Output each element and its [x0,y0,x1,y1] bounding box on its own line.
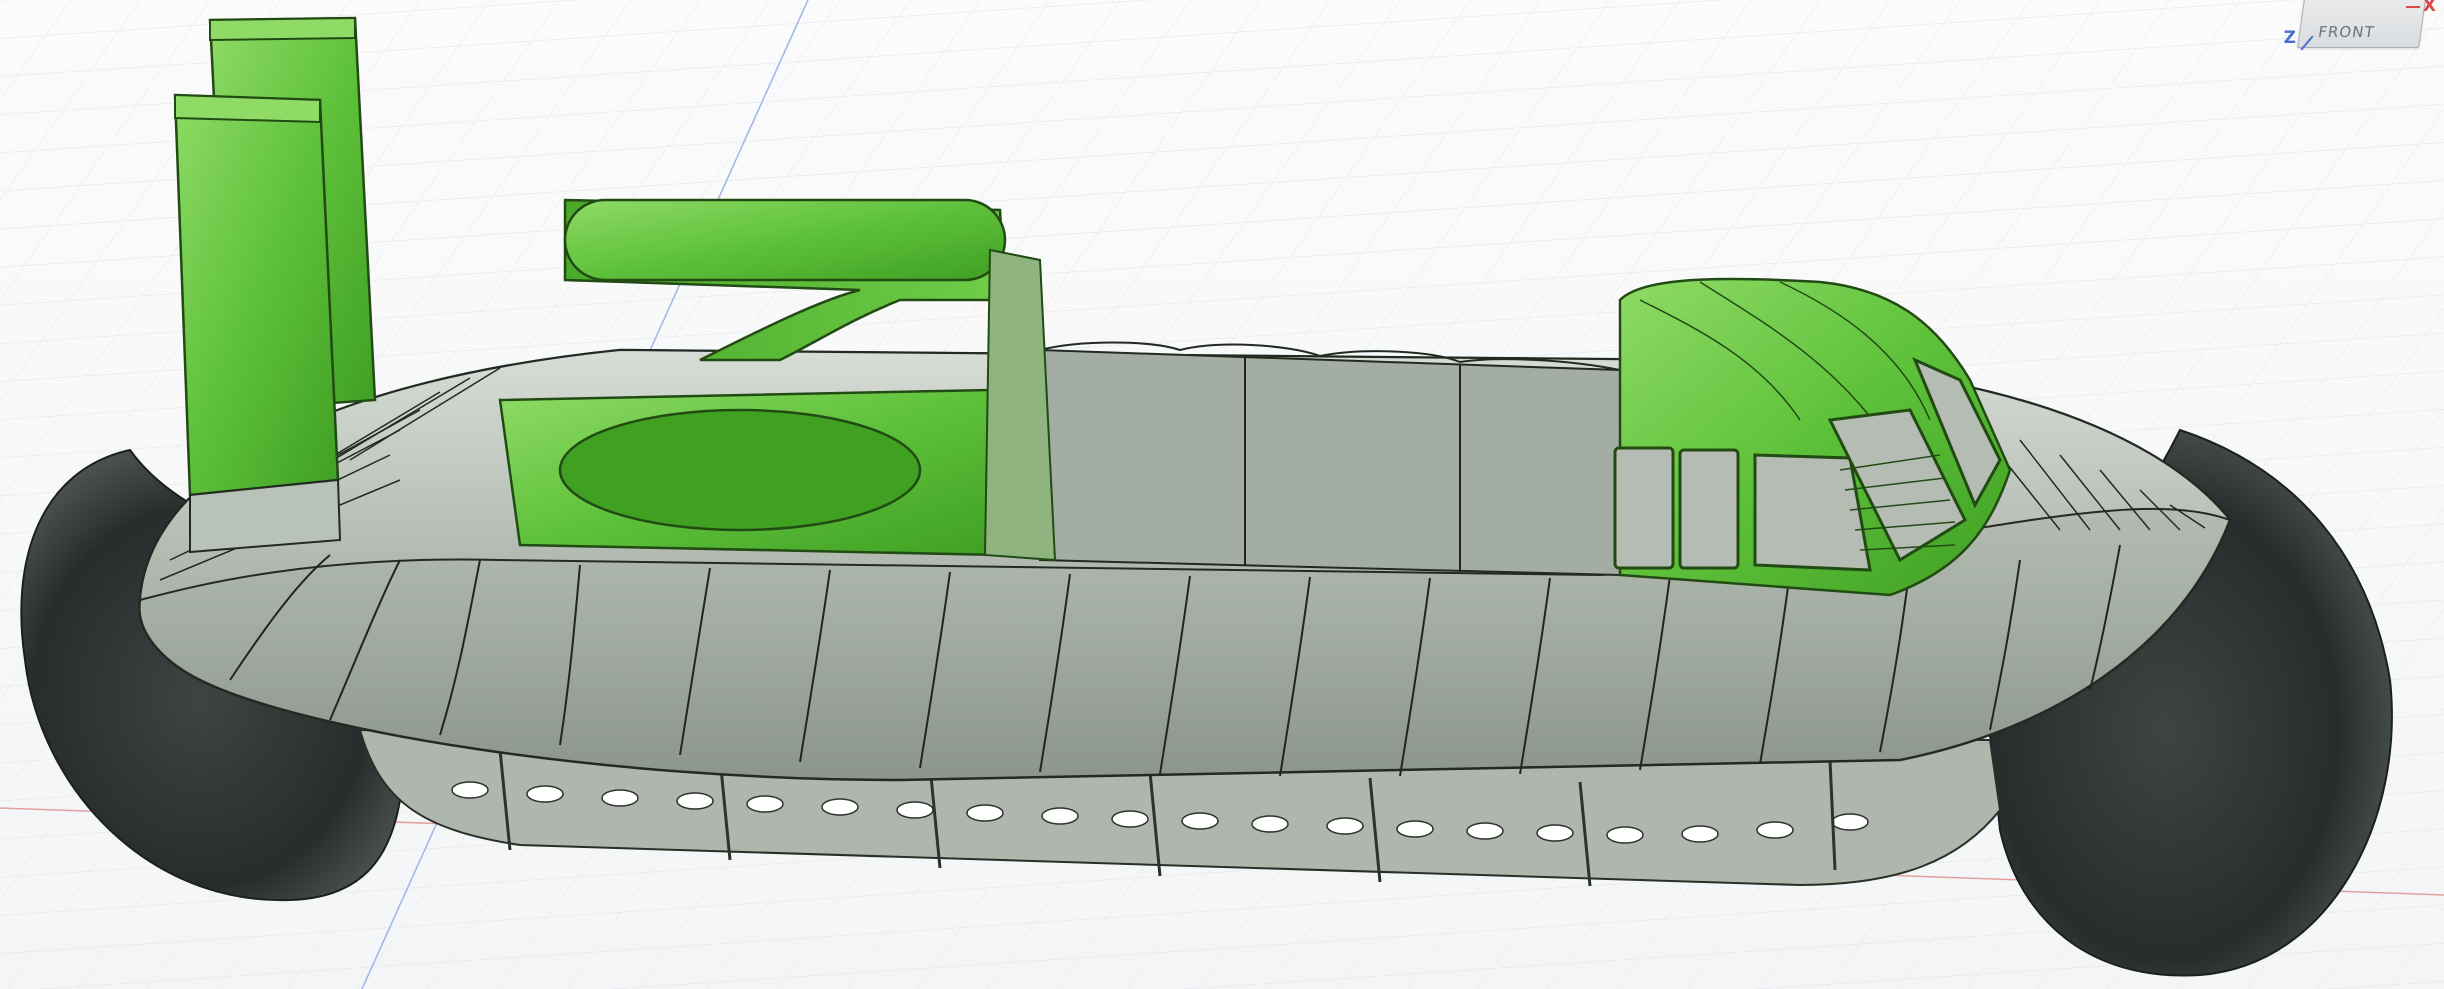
exhaust-stack-front [173,93,340,497]
fan-duct-tube [563,198,1007,282]
canvas-viewport[interactable]: FRONT X Z [0,0,2444,989]
exhaust-stack-cap-top [209,16,356,42]
fan-duct-opening [558,408,922,532]
axis-z-label: Z [2283,28,2296,48]
axis-x-label: X [2422,0,2436,16]
cabin-block [1039,348,1621,577]
viewcube-face-label: FRONT [2317,23,2376,41]
exhaust-stack-cap [174,93,321,124]
model-scene[interactable] [0,0,2444,989]
axis-x-indicator [2406,6,2420,8]
